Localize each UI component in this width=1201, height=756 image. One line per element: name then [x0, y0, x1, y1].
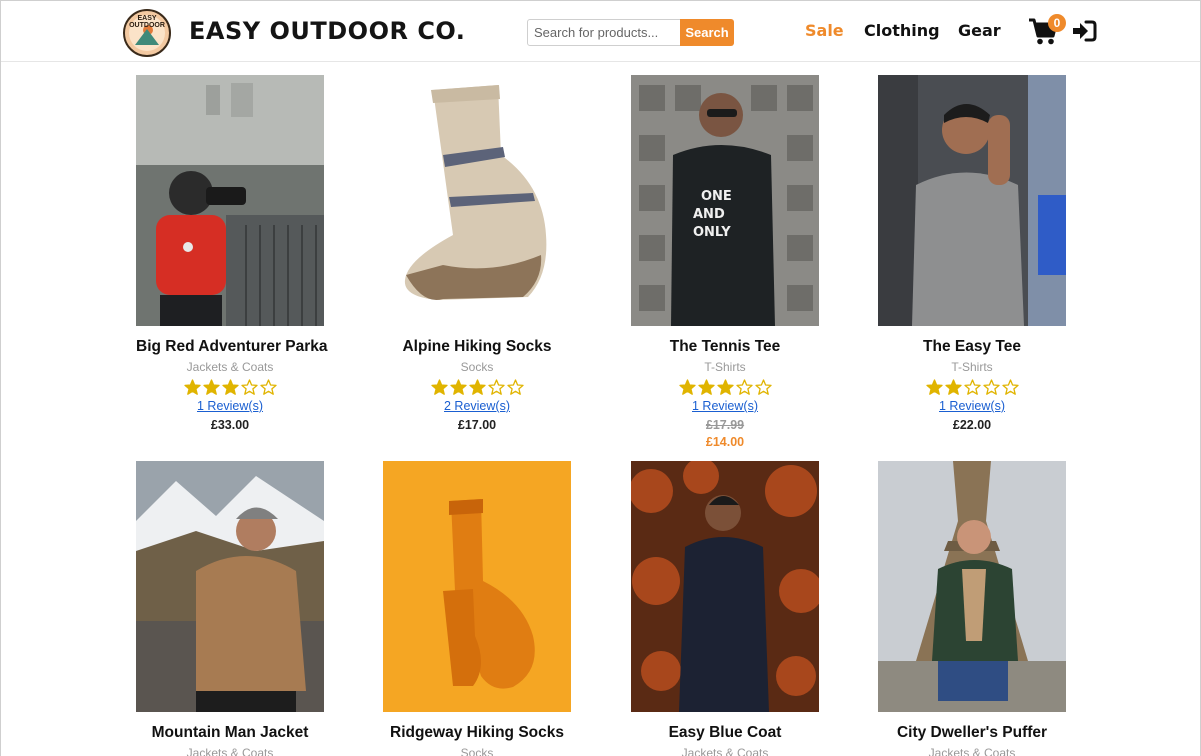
nav-gear[interactable]: Gear: [958, 21, 1001, 40]
svg-text:AND: AND: [693, 207, 725, 222]
brand-name[interactable]: EASY OUTDOOR CO.: [189, 17, 465, 45]
product-image[interactable]: [383, 75, 571, 326]
product-card[interactable]: Alpine Hiking Socks Socks 2 Review(s) £1…: [383, 75, 571, 432]
rating-stars: [383, 379, 571, 397]
star-filled-icon: [468, 379, 486, 395]
star-filled-icon: [202, 379, 220, 395]
logo-text: EASY OUTDOOR: [129, 15, 165, 29]
product-category: Jackets & Coats: [928, 746, 1016, 756]
reviews-link[interactable]: 1 Review(s): [692, 399, 758, 413]
product-category: Jackets & Coats: [186, 360, 274, 374]
star-filled-icon: [716, 379, 734, 395]
product-card[interactable]: City Dweller's Puffer Jackets & Coats: [878, 461, 1066, 756]
star-empty-icon: [735, 379, 753, 395]
star-empty-icon: [487, 379, 505, 395]
star-filled-icon: [944, 379, 962, 395]
product-category: Socks: [460, 746, 494, 756]
product-price-sale: £14.00: [705, 435, 745, 449]
star-empty-icon: [982, 379, 1000, 395]
login-icon[interactable]: [1071, 19, 1097, 43]
product-card[interactable]: Easy Blue Coat Jackets & Coats: [631, 461, 819, 756]
product-image[interactable]: [136, 461, 324, 712]
star-empty-icon: [754, 379, 772, 395]
product-image[interactable]: [878, 461, 1066, 712]
star-filled-icon: [430, 379, 448, 395]
product-category: T-Shirts: [704, 360, 746, 374]
site-header: EASY OUTDOOR EASY OUTDOOR CO. Search Sal…: [1, 1, 1200, 62]
product-image[interactable]: [383, 461, 571, 712]
star-filled-icon: [925, 379, 943, 395]
product-title[interactable]: Mountain Man Jacket: [136, 724, 324, 742]
search-input[interactable]: [527, 19, 681, 46]
product-card[interactable]: Big Red Adventurer Parka Jackets & Coats…: [136, 75, 328, 432]
product-card[interactable]: ONE AND ONLY The Tennis Tee T-Shirts 1 R…: [631, 75, 819, 449]
star-filled-icon: [678, 379, 696, 395]
product-title[interactable]: Big Red Adventurer Parka: [136, 338, 328, 356]
product-category: Jackets & Coats: [681, 746, 769, 756]
product-price: £33.00: [210, 418, 250, 432]
nav-clothing[interactable]: Clothing: [864, 21, 940, 40]
logo-mountain: [135, 29, 159, 45]
product-price-original: £17.99: [705, 418, 745, 432]
product-card[interactable]: Mountain Man Jacket Jackets & Coats: [136, 461, 324, 756]
page-frame: EASY OUTDOOR EASY OUTDOOR CO. Search Sal…: [0, 0, 1201, 756]
reviews-link[interactable]: 1 Review(s): [939, 399, 1005, 413]
star-empty-icon: [506, 379, 524, 395]
star-empty-icon: [963, 379, 981, 395]
star-empty-icon: [1001, 379, 1019, 395]
reviews-link[interactable]: 1 Review(s): [197, 399, 263, 413]
svg-text:ONLY: ONLY: [693, 225, 731, 240]
product-card[interactable]: Ridgeway Hiking Socks Socks: [383, 461, 571, 756]
product-title[interactable]: The Easy Tee: [878, 338, 1066, 356]
star-empty-icon: [240, 379, 258, 395]
rating-stars: [878, 379, 1066, 397]
svg-text:ONE: ONE: [701, 189, 732, 204]
product-card[interactable]: The Easy Tee T-Shirts 1 Review(s) £22.00: [878, 75, 1066, 432]
product-image[interactable]: [136, 75, 324, 326]
product-image[interactable]: [631, 461, 819, 712]
product-category: Jackets & Coats: [186, 746, 274, 756]
rating-stars: [631, 379, 819, 397]
cart-count-badge: 0: [1048, 14, 1066, 32]
nav-sale[interactable]: Sale: [805, 21, 844, 40]
product-image[interactable]: [878, 75, 1066, 326]
reviews-link[interactable]: 2 Review(s): [444, 399, 510, 413]
star-empty-icon: [259, 379, 277, 395]
product-title[interactable]: Alpine Hiking Socks: [383, 338, 571, 356]
product-category: T-Shirts: [951, 360, 993, 374]
star-filled-icon: [449, 379, 467, 395]
star-filled-icon: [697, 379, 715, 395]
product-title[interactable]: City Dweller's Puffer: [878, 724, 1066, 742]
product-price: £22.00: [952, 418, 992, 432]
product-image[interactable]: ONE AND ONLY: [631, 75, 819, 326]
brand-logo[interactable]: EASY OUTDOOR: [123, 9, 171, 57]
product-title[interactable]: Ridgeway Hiking Socks: [383, 724, 571, 742]
product-title[interactable]: The Tennis Tee: [631, 338, 819, 356]
product-title[interactable]: Easy Blue Coat: [631, 724, 819, 742]
product-price: £17.00: [457, 418, 497, 432]
search-button[interactable]: Search: [680, 19, 734, 46]
star-filled-icon: [183, 379, 201, 395]
product-category: Socks: [460, 360, 494, 374]
star-filled-icon: [221, 379, 239, 395]
rating-stars: [136, 379, 324, 397]
